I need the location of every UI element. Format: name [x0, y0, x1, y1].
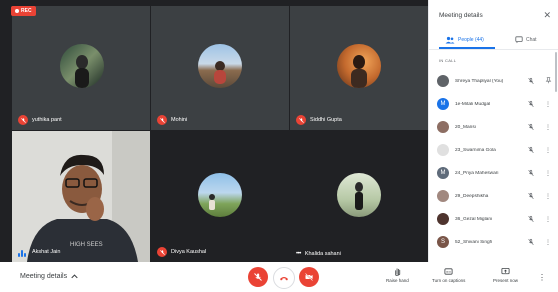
meeting-details-button[interactable]: Meeting details	[20, 273, 78, 280]
participant-list-item[interactable]: 23_Swarnima Gola ⋮	[437, 143, 555, 157]
participant-name: yuthika pant	[32, 117, 62, 123]
more-options-icon[interactable]: ⋮	[545, 101, 551, 108]
participant-list-item[interactable]: M 24_Priya Maheswari ⋮	[437, 166, 555, 180]
leave-call-button[interactable]	[273, 267, 295, 289]
mic-off-icon	[528, 238, 534, 246]
scrollbar[interactable]	[555, 52, 557, 92]
participant-avatar	[198, 173, 242, 217]
participant-name: Mohini	[171, 117, 188, 123]
chevron-up-icon	[71, 274, 78, 279]
participant-list-item[interactable]: 29_Deepshikha ⋮	[437, 189, 555, 203]
mic-off-icon	[528, 77, 534, 85]
recording-badge: REC	[11, 6, 36, 16]
raise-hand-button[interactable]: Raise hand	[386, 267, 409, 283]
participant-name: Siddhi Gupta	[310, 117, 342, 123]
participant-list-item[interactable]: 20_Mansi ⋮	[437, 120, 555, 134]
panel-title: Meeting details	[439, 12, 483, 19]
participant-list-name: 20_Mansi	[455, 124, 476, 130]
mic-off-icon	[157, 115, 167, 125]
participant-list-name: Shreya Thapliyal (You)	[455, 78, 504, 84]
svg-text:HIGH SEES: HIGH SEES	[70, 242, 103, 248]
mic-off-icon	[157, 247, 167, 257]
raise-hand-icon	[395, 268, 401, 276]
mic-off-icon	[528, 146, 534, 154]
participant-tile[interactable]: ••• Khalida sahani	[290, 131, 428, 262]
video-grid: yuthika pant Mohini Siddhi Gupta HIGH SE…	[0, 0, 428, 262]
participant-list-item[interactable]: S 52_Shivani Singh ⋮	[437, 235, 555, 249]
avatar	[437, 190, 449, 202]
more-options-icon[interactable]: ⋮	[545, 216, 551, 223]
participant-avatar	[337, 44, 381, 88]
more-options-icon[interactable]: ⋮	[538, 273, 546, 282]
participant-list-name: 23_Swarnima Gola	[455, 147, 496, 153]
camera-toggle-button[interactable]	[299, 267, 319, 287]
avatar: M	[437, 98, 449, 110]
mic-off-icon	[528, 100, 534, 108]
more-options-icon[interactable]: ⋮	[545, 193, 551, 200]
participant-name: Akshat Jain	[32, 249, 61, 255]
present-icon	[501, 267, 510, 275]
avatar	[437, 144, 449, 156]
participant-video-tile[interactable]: HIGH SEES Akshat Jain	[12, 131, 150, 262]
participant-list-name: 29_Deepshikha	[455, 193, 489, 199]
present-now-button[interactable]: Present now	[493, 267, 518, 283]
captions-button[interactable]: Turn on captions	[432, 267, 465, 283]
mic-off-icon	[254, 273, 262, 281]
participant-list-item[interactable]: M 1e-Mitali Mudgal ⋮	[437, 97, 555, 111]
mic-toggle-button[interactable]	[248, 267, 268, 287]
avatar: S	[437, 236, 449, 248]
bottom-toolbar: Meeting details Raise hand Turn on capti…	[0, 262, 558, 292]
participant-list-name: 52_Shivani Singh	[455, 239, 493, 245]
chat-icon	[515, 36, 523, 44]
more-options-icon[interactable]: ⋮	[545, 124, 551, 131]
mic-off-icon	[528, 169, 534, 177]
mic-off-icon	[296, 115, 306, 125]
captions-icon	[444, 268, 453, 275]
mic-off-icon	[528, 123, 534, 131]
more-dots-icon: •••	[296, 251, 301, 257]
meeting-details-panel: Meeting details ✕ People (44) Chat IN CA…	[428, 0, 558, 262]
participant-list-item[interactable]: 36_Gezal Miglani ⋮	[437, 212, 555, 226]
section-label: IN CALL	[439, 58, 457, 63]
speaking-indicator-icon	[18, 247, 28, 257]
participant-name: Khalida sahani	[304, 251, 341, 257]
close-icon[interactable]: ✕	[543, 10, 551, 21]
participant-avatar	[60, 44, 104, 88]
people-icon	[445, 36, 455, 44]
divider	[429, 49, 558, 50]
participant-list-item[interactable]: Shreya Thapliyal (You)	[437, 74, 555, 88]
more-options-icon[interactable]: ⋮	[545, 239, 551, 246]
participant-video: HIGH SEES	[12, 131, 150, 262]
participant-avatar	[198, 44, 242, 88]
participant-tile[interactable]: yuthika pant	[12, 6, 150, 130]
avatar	[437, 213, 449, 225]
hangup-icon	[280, 277, 288, 281]
avatar	[437, 121, 449, 133]
avatar: M	[437, 167, 449, 179]
participant-list-name: 1e-Mitali Mudgal	[455, 101, 491, 107]
participant-list-name: 36_Gezal Miglani	[455, 216, 493, 222]
more-options-icon[interactable]: ⋮	[545, 170, 551, 177]
mic-off-icon	[528, 192, 534, 200]
participant-tile[interactable]: Mohini	[151, 6, 289, 130]
more-options-icon[interactable]: ⋮	[545, 147, 551, 154]
tab-people[interactable]: People (44)	[445, 36, 484, 44]
record-dot-icon	[15, 9, 19, 13]
participant-avatar	[337, 173, 381, 217]
mic-off-icon	[18, 115, 28, 125]
participant-list-name: 24_Priya Maheswari	[455, 170, 499, 176]
tab-chat[interactable]: Chat	[515, 36, 537, 44]
pin-icon[interactable]	[545, 76, 552, 86]
participant-name: Divya Kaushal	[171, 249, 207, 255]
camera-off-icon	[305, 273, 313, 281]
participant-tile[interactable]: Siddhi Gupta	[290, 6, 428, 130]
mic-off-icon	[528, 215, 534, 223]
avatar	[437, 75, 449, 87]
participant-tile[interactable]: Divya Kaushal	[151, 131, 289, 262]
